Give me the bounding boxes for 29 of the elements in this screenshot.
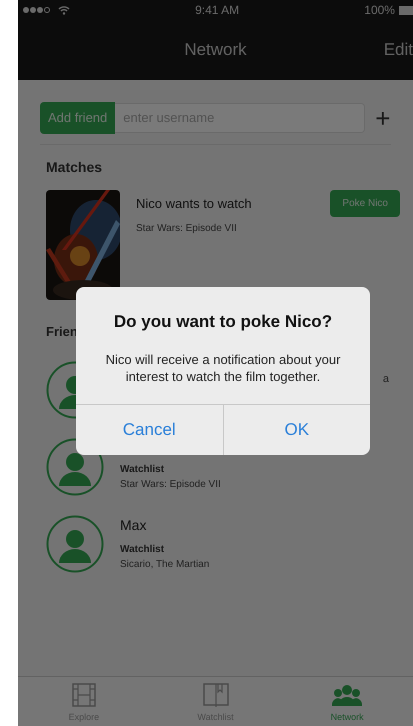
watchlist-films: Star Wars: Episode VII: [120, 478, 221, 492]
film-title: Star Wars: Episode VII: [136, 222, 238, 236]
battery-percent: 100%: [364, 2, 395, 19]
status-time: 9:41 AM: [195, 2, 240, 19]
add-friend-button[interactable]: Add friend: [40, 102, 116, 134]
wifi-icon: [58, 5, 70, 15]
watchlist-label: Watchlist: [120, 543, 166, 557]
text-fragment: a: [382, 372, 389, 387]
add-button[interactable]: +: [375, 104, 390, 131]
film-icon: [72, 683, 96, 707]
dialog-title: Do you want to poke Nico?: [112, 311, 334, 333]
match-text: Nico wants to watch: [136, 194, 252, 212]
avatar-icon: [46, 360, 76, 418]
friend-name: Max: [120, 516, 148, 535]
avatar-icon: [46, 514, 104, 572]
people-icon: [332, 685, 362, 706]
dialog-button[interactable]: Cancel: [76, 404, 222, 456]
section-title: Matches: [45, 158, 104, 176]
dialog-button[interactable]: OK: [222, 404, 370, 456]
poke-button[interactable]: Poke Nico: [330, 190, 400, 216]
watchlist-label: Watchlist: [120, 462, 166, 476]
avatar-icon: [46, 438, 104, 496]
edit-button[interactable]: Edit: [384, 37, 413, 63]
nav-title: Network: [184, 39, 247, 62]
book-icon: [202, 683, 228, 707]
dialog-message: Nico will receive a notification about your interest to watch the film together.: [104, 350, 342, 386]
battery-icon: [398, 6, 413, 14]
tab-item[interactable]: Network: [281, 677, 413, 726]
watchlist-films: Sicario, The Martian: [120, 558, 210, 572]
